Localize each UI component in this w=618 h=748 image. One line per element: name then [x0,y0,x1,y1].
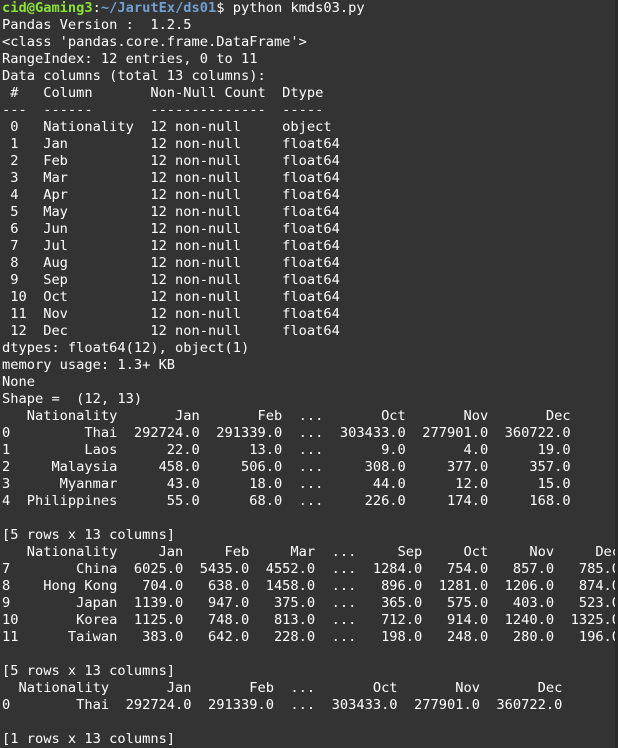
command-text: python kmds03.py [232,0,365,16]
output-line: dtypes: float64(12), object(1) [2,340,250,356]
output-line: <class 'pandas.core.frame.DataFrame'> [2,34,307,50]
output-line: 1 Laos 22.0 13.0 ... 9.0 4.0 19.0 [2,442,571,458]
prompt-path: ~/JarutEx/ds01 [100,0,217,16]
output-line: Nationality Jan Feb Mar ... Sep Oct Nov … [2,544,618,560]
output-line: 10 Korea 1125.0 748.0 813.0 ... 712.0 91… [2,612,618,628]
output-line: Nationality Jan Feb ... Oct Nov Dec [2,408,571,424]
output-line: memory usage: 1.3+ KB [2,357,176,373]
output-line: Nationality Jan Feb ... Oct Nov Dec [2,680,563,696]
output-line: # Column Non-Null Count Dtype [2,85,340,101]
output-line: Pandas Version : 1.2.5 [2,17,192,33]
output-line: 6 Jun 12 non-null float64 [2,221,340,237]
output-line: Shape = (12, 13) [2,391,143,407]
output-line: 2 Feb 12 non-null float64 [2,153,340,169]
output-line: 7 Jul 12 non-null float64 [2,238,340,254]
output-line: 11 Taiwan 383.0 642.0 228.0 ... 198.0 24… [2,629,618,645]
output-line: 0 Thai 292724.0 291339.0 ... 303433.0 27… [2,425,571,441]
output-line: 0 Thai 292724.0 291339.0 ... 303433.0 27… [2,697,563,713]
output-line: Data columns (total 13 columns): [2,68,266,84]
prompt-user-host: cid@Gaming3 [2,0,93,16]
output-line: [5 rows x 13 columns] [2,527,176,543]
output-line: 1 Jan 12 non-null float64 [2,136,340,152]
output-line: 7 China 6025.0 5435.0 4552.0 ... 1284.0 … [2,561,618,577]
output-line: 4 Philippines 55.0 68.0 ... 226.0 174.0 … [2,493,571,509]
output-line: None [2,374,35,390]
output-line: 3 Myanmar 43.0 18.0 ... 44.0 12.0 15.0 [2,476,571,492]
output-line: RangeIndex: 12 entries, 0 to 11 [2,51,258,67]
output-line: 2 Malaysia 458.0 506.0 ... 308.0 377.0 3… [2,459,571,475]
output-line: 11 Nov 12 non-null float64 [2,306,340,322]
output-line: 8 Hong Kong 704.0 638.0 1458.0 ... 896.0… [2,578,618,594]
prompt-symbol: $ [216,0,233,16]
command-prompt-line: cid@Gaming3:~/JarutEx/ds01$ python kmds0… [2,0,618,17]
output-line: [1 rows x 13 columns] [2,731,176,747]
output-line: 9 Sep 12 non-null float64 [2,272,340,288]
output-line: 12 Dec 12 non-null float64 [2,323,340,339]
output-line: 3 Mar 12 non-null float64 [2,170,340,186]
output-line: 5 May 12 non-null float64 [2,204,340,220]
terminal-output: Pandas Version : 1.2.5 <class 'pandas.cor… [2,17,618,748]
output-line: 9 Japan 1139.0 947.0 375.0 ... 365.0 575… [2,595,618,611]
output-line: 4 Apr 12 non-null float64 [2,187,340,203]
prompt-separator: : [92,0,101,16]
output-line: [5 rows x 13 columns] [2,663,176,679]
terminal-window[interactable]: cid@Gaming3:~/JarutEx/ds01$ python kmds0… [0,0,618,748]
output-line: --- ------ -------------- ----- [2,102,340,118]
output-line: 10 Oct 12 non-null float64 [2,289,340,305]
output-line: 8 Aug 12 non-null float64 [2,255,340,271]
output-line: 0 Nationality 12 non-null object [2,119,340,135]
